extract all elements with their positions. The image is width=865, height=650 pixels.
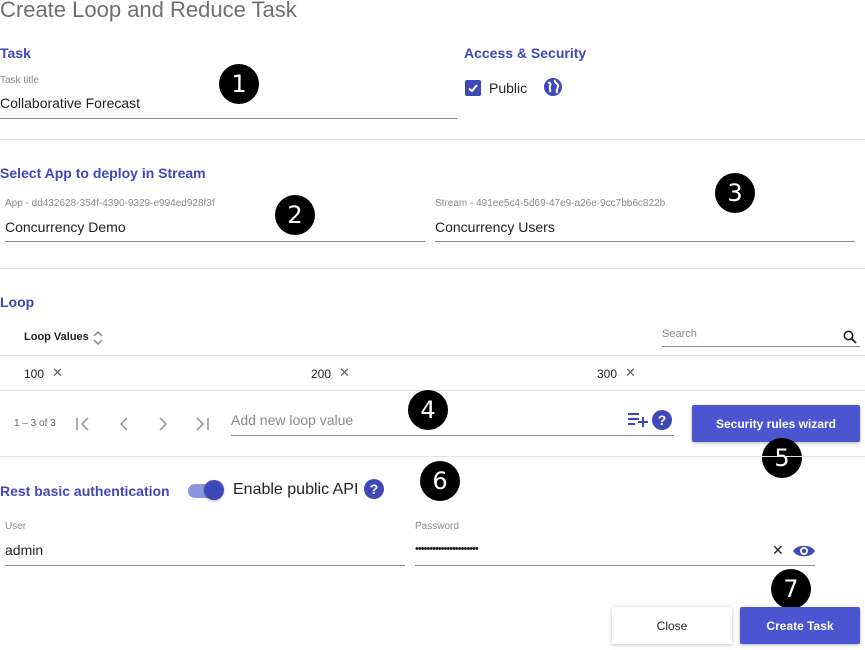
app-section-label: Select App to deploy in Stream (0, 165, 206, 181)
remove-value-icon[interactable]: ✕ (625, 366, 636, 381)
table-header-divider (0, 355, 865, 356)
check-icon (468, 84, 478, 93)
next-page-icon[interactable] (154, 415, 172, 438)
loop-value-chip: 200 (311, 367, 332, 381)
app-label: App - dd432628-354f-4390-9329-e994ed928f… (5, 198, 215, 209)
help-icon[interactable]: ? (652, 410, 672, 430)
security-rules-wizard-button[interactable]: Security rules wizard (692, 405, 860, 442)
divider-1 (0, 139, 865, 140)
callout-badge-5: 5 (762, 438, 802, 478)
help-icon[interactable]: ? (364, 479, 384, 499)
user-label: User (5, 521, 27, 532)
first-page-icon[interactable] (74, 415, 92, 438)
search-placeholder: Search (662, 328, 697, 340)
task-title-underline (0, 118, 457, 119)
divider-2 (0, 268, 865, 269)
app-underline (5, 241, 425, 242)
add-loop-value-input[interactable]: Add new loop value (231, 412, 353, 428)
public-checkbox[interactable] (465, 80, 481, 96)
remove-value-icon[interactable]: ✕ (52, 366, 63, 381)
password-underline (415, 565, 815, 566)
task-title-label: Task title (0, 75, 39, 86)
task-title-input[interactable]: Collaborative Forecast (0, 95, 140, 111)
search-underline (662, 346, 860, 347)
close-button[interactable]: Close (612, 607, 732, 644)
search-icon[interactable] (843, 330, 857, 349)
callout-badge-3: 3 (715, 173, 755, 213)
sort-icon[interactable] (92, 330, 104, 351)
rest-auth-section-label: Rest basic authentication (0, 483, 170, 499)
playlist-add-icon[interactable] (627, 411, 649, 434)
last-page-icon[interactable] (193, 415, 211, 438)
loop-values-column-header[interactable]: Loop Values (24, 331, 89, 343)
stream-select[interactable]: Concurrency Users (435, 219, 555, 235)
callout-badge-2: 2 (275, 195, 315, 235)
search-field[interactable]: Search (662, 328, 860, 346)
callout-badge-4: 4 (408, 390, 448, 430)
dialog-title: Create Loop and Reduce Task (0, 0, 297, 22)
task-section-label: Task (0, 45, 31, 61)
remove-value-icon[interactable]: ✕ (339, 366, 350, 381)
toggle-thumb (204, 480, 224, 500)
clear-password-icon[interactable]: ✕ (772, 543, 784, 559)
user-underline (5, 565, 405, 566)
create-task-button[interactable]: Create Task (740, 607, 860, 644)
show-password-eye-icon[interactable] (792, 542, 816, 565)
stream-label: Stream - 491ee5c4-5d69-47e9-a26e-9cc7bb6… (435, 198, 666, 209)
callout-badge-1: 1 (219, 64, 259, 104)
stream-underline (435, 241, 855, 242)
callout-badge-7: 7 (771, 569, 811, 609)
public-label: Public (489, 80, 528, 96)
loop-value-chip: 300 (597, 367, 618, 381)
add-loop-value-underline (231, 435, 674, 436)
loop-value-chip: 100 (24, 367, 45, 381)
enable-public-api-toggle[interactable] (188, 480, 224, 500)
divider-3 (0, 456, 865, 457)
loop-section-label: Loop (0, 294, 35, 310)
enable-public-api-label: Enable public API (233, 481, 359, 498)
globe-icon (543, 77, 563, 102)
prev-page-icon[interactable] (115, 415, 133, 438)
callout-badge-6: 6 (420, 461, 460, 501)
access-section-label: Access & Security (464, 45, 587, 61)
password-input[interactable]: •••••••••••••••••••••• (415, 543, 479, 555)
pagination-range: 1 – 3 of 3 (14, 418, 56, 429)
user-input[interactable]: admin (5, 542, 43, 558)
app-select[interactable]: Concurrency Demo (5, 219, 126, 235)
password-label: Password (415, 521, 459, 532)
